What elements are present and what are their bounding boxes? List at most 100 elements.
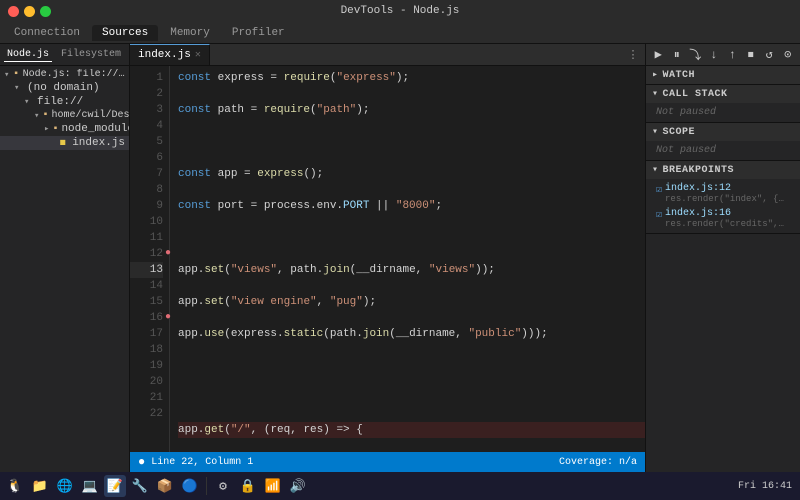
line-num-22: 22: [130, 406, 163, 422]
tab-profiler[interactable]: Profiler: [222, 25, 295, 41]
debug-indicator: ●: [138, 455, 145, 469]
tree-arrow-icon: ▾: [24, 97, 34, 107]
line-num-14: 14: [130, 278, 163, 294]
breakpoints-header[interactable]: ▾ Breakpoints: [646, 161, 800, 179]
tree-arrow-icon: ▾: [34, 111, 39, 121]
main-layout: Node.js Filesystem ⋮ ▾ ▪ Node.js: file:/…: [0, 44, 800, 472]
line-num-5: 5: [130, 134, 163, 150]
line-num-8: 8: [130, 182, 163, 198]
tree-arrow-icon: ▾: [14, 83, 24, 93]
breakpoint-code-1: res.render("index", { title...: [665, 194, 785, 204]
watch-label: Watch: [663, 70, 696, 81]
taskbar-browser-icon[interactable]: 🌐: [54, 475, 76, 497]
folder-icon: ▪: [12, 69, 19, 80]
tree-item-file[interactable]: ▾ file://: [0, 95, 129, 109]
minimize-button[interactable]: [24, 6, 35, 17]
line-num-6: 6: [130, 150, 163, 166]
step-into-button[interactable]: ↓: [706, 46, 723, 64]
breakpoint-info-2: index.js:16 res.render("credits", { tit.…: [665, 208, 785, 229]
line-num-9: 9: [130, 198, 163, 214]
code-editor[interactable]: const express = require("express"); cons…: [170, 66, 645, 452]
debug-panel: ▶ ⏸ ⤵ ↓ ↑ ⏹ ↺ ⊙ ▸ Watch ▾ Call Stack: [645, 44, 800, 472]
tree-item-myapp[interactable]: ▾ ▪ home/cwil/Desktop/myapp: [0, 109, 129, 122]
taskbar-chrome-icon[interactable]: 🔵: [179, 475, 201, 497]
resume-button[interactable]: ▶: [650, 46, 667, 64]
blackbox-button[interactable]: ⊙: [780, 46, 797, 64]
line-num-16: 16: [130, 310, 163, 326]
editor-tab-actions: ⋮: [625, 47, 645, 63]
line-num-15: 15: [130, 294, 163, 310]
breakpoints-content: ☑ index.js:12 res.render("index", { titl…: [646, 179, 800, 233]
coverage-info: Coverage: n/a: [559, 457, 637, 468]
pause-button[interactable]: ⏸: [669, 46, 686, 64]
taskbar-terminal-icon[interactable]: 💻: [79, 475, 101, 497]
close-button[interactable]: [8, 6, 19, 17]
breakpoint-item-2[interactable]: ☑ index.js:16 res.render("credits", { ti…: [652, 206, 794, 231]
line-num-12: 12: [130, 246, 163, 262]
title-bar: DevTools - Node.js: [0, 0, 800, 22]
close-tab-icon[interactable]: ✕: [195, 49, 201, 61]
taskbar-sound-icon[interactable]: 🔊: [287, 475, 309, 497]
watch-section: ▸ Watch: [646, 66, 800, 85]
breakpoint-item-1[interactable]: ☑ index.js:12 res.render("index", { titl…: [652, 181, 794, 206]
tree-item-node-modules[interactable]: ▸ ▪ node_modules: [0, 122, 129, 136]
line-num-3: 3: [130, 102, 163, 118]
tree-item-no-domain[interactable]: ▾ (no domain): [0, 81, 129, 95]
taskbar: 🐧 📁 🌐 💻 📝 🔧 📦 🔵 ⚙ 🔒 📶 🔊 Fri 16:41: [0, 472, 800, 500]
scope-header[interactable]: ▾ Scope: [646, 123, 800, 141]
breakpoints-section: ▾ Breakpoints ☑ index.js:12 res.render("…: [646, 161, 800, 234]
line-num-11: 11: [130, 230, 163, 246]
breakpoints-arrow-icon: ▾: [652, 164, 659, 176]
line-num-4: 4: [130, 118, 163, 134]
step-out-button[interactable]: ↑: [724, 46, 741, 64]
file-tree-panel: Node.js Filesystem ⋮ ▾ ▪ Node.js: file:/…: [0, 44, 130, 472]
taskbar-files-icon[interactable]: 📁: [29, 475, 51, 497]
restart-button[interactable]: ↺: [761, 46, 778, 64]
editor-area: index.js ✕ ⋮ 1 2 3 4 5 6 7 8 9 10 11 12 …: [130, 44, 645, 472]
tree-tab-nodejs[interactable]: Node.js: [4, 48, 52, 62]
tab-memory[interactable]: Memory: [160, 25, 220, 41]
taskbar-devtools-icon[interactable]: 🔧: [129, 475, 151, 497]
maximize-button[interactable]: [40, 6, 51, 17]
step-over-button[interactable]: ⤵: [687, 46, 704, 64]
taskbar-editor-icon[interactable]: 📝: [104, 475, 126, 497]
taskbar-shield-icon[interactable]: 🔒: [237, 475, 259, 497]
filter-icon[interactable]: ⋮: [625, 47, 641, 63]
code-line-9: app.use(express.static(path.join(__dirna…: [178, 326, 645, 342]
code-container[interactable]: 1 2 3 4 5 6 7 8 9 10 11 12 13 14 15 16 1…: [130, 66, 645, 452]
taskbar-network-icon[interactable]: 📶: [262, 475, 284, 497]
editor-tab-indexjs[interactable]: index.js ✕: [130, 44, 210, 65]
breakpoint-checkbox-2[interactable]: ☑: [656, 209, 662, 221]
line-num-10: 10: [130, 214, 163, 230]
callstack-arrow-icon: ▾: [652, 88, 659, 100]
top-tab-bar: Connection Sources Memory Profiler: [0, 22, 800, 44]
cursor-position[interactable]: Line 22, Column 1: [151, 457, 253, 468]
tab-sources[interactable]: Sources: [92, 25, 158, 41]
tree-tab-filesystem[interactable]: Filesystem: [58, 48, 124, 62]
window-title: DevTools - Node.js: [341, 5, 460, 17]
tab-connection[interactable]: Connection: [4, 25, 90, 41]
code-line-7: app.set("views", path.join(__dirname, "v…: [178, 262, 645, 278]
taskbar-settings-icon[interactable]: ⚙: [212, 475, 234, 497]
code-line-4: const app = express();: [178, 166, 645, 182]
callstack-header[interactable]: ▾ Call Stack: [646, 85, 800, 103]
line-num-21: 21: [130, 390, 163, 406]
callstack-item-1: Not paused: [652, 105, 794, 120]
line-num-2: 2: [130, 86, 163, 102]
stop-button[interactable]: ⏹: [743, 46, 760, 64]
tree-item-indexjs[interactable]: ▸ ◼ index.js: [0, 136, 129, 150]
taskbar-start-icon[interactable]: 🐧: [4, 475, 26, 497]
code-line-6: [178, 230, 645, 246]
breakpoint-checkbox-1[interactable]: ☑: [656, 184, 662, 196]
line-num-19: 19: [130, 358, 163, 374]
code-line-3: [178, 134, 645, 150]
breakpoints-label: Breakpoints: [663, 165, 735, 176]
tree-item-nodejs-root[interactable]: ▾ ▪ Node.js: file:///home/cwil/Deskto: [0, 68, 129, 81]
watch-arrow-icon: ▸: [652, 69, 659, 81]
watch-section-header[interactable]: ▸ Watch: [646, 66, 800, 84]
code-line-5: const port = process.env.PORT || "8000";: [178, 198, 645, 214]
scope-item-1: Not paused: [652, 143, 794, 158]
traffic-lights: [8, 6, 51, 17]
line-numbers: 1 2 3 4 5 6 7 8 9 10 11 12 13 14 15 16 1…: [130, 66, 170, 452]
taskbar-package-icon[interactable]: 📦: [154, 475, 176, 497]
